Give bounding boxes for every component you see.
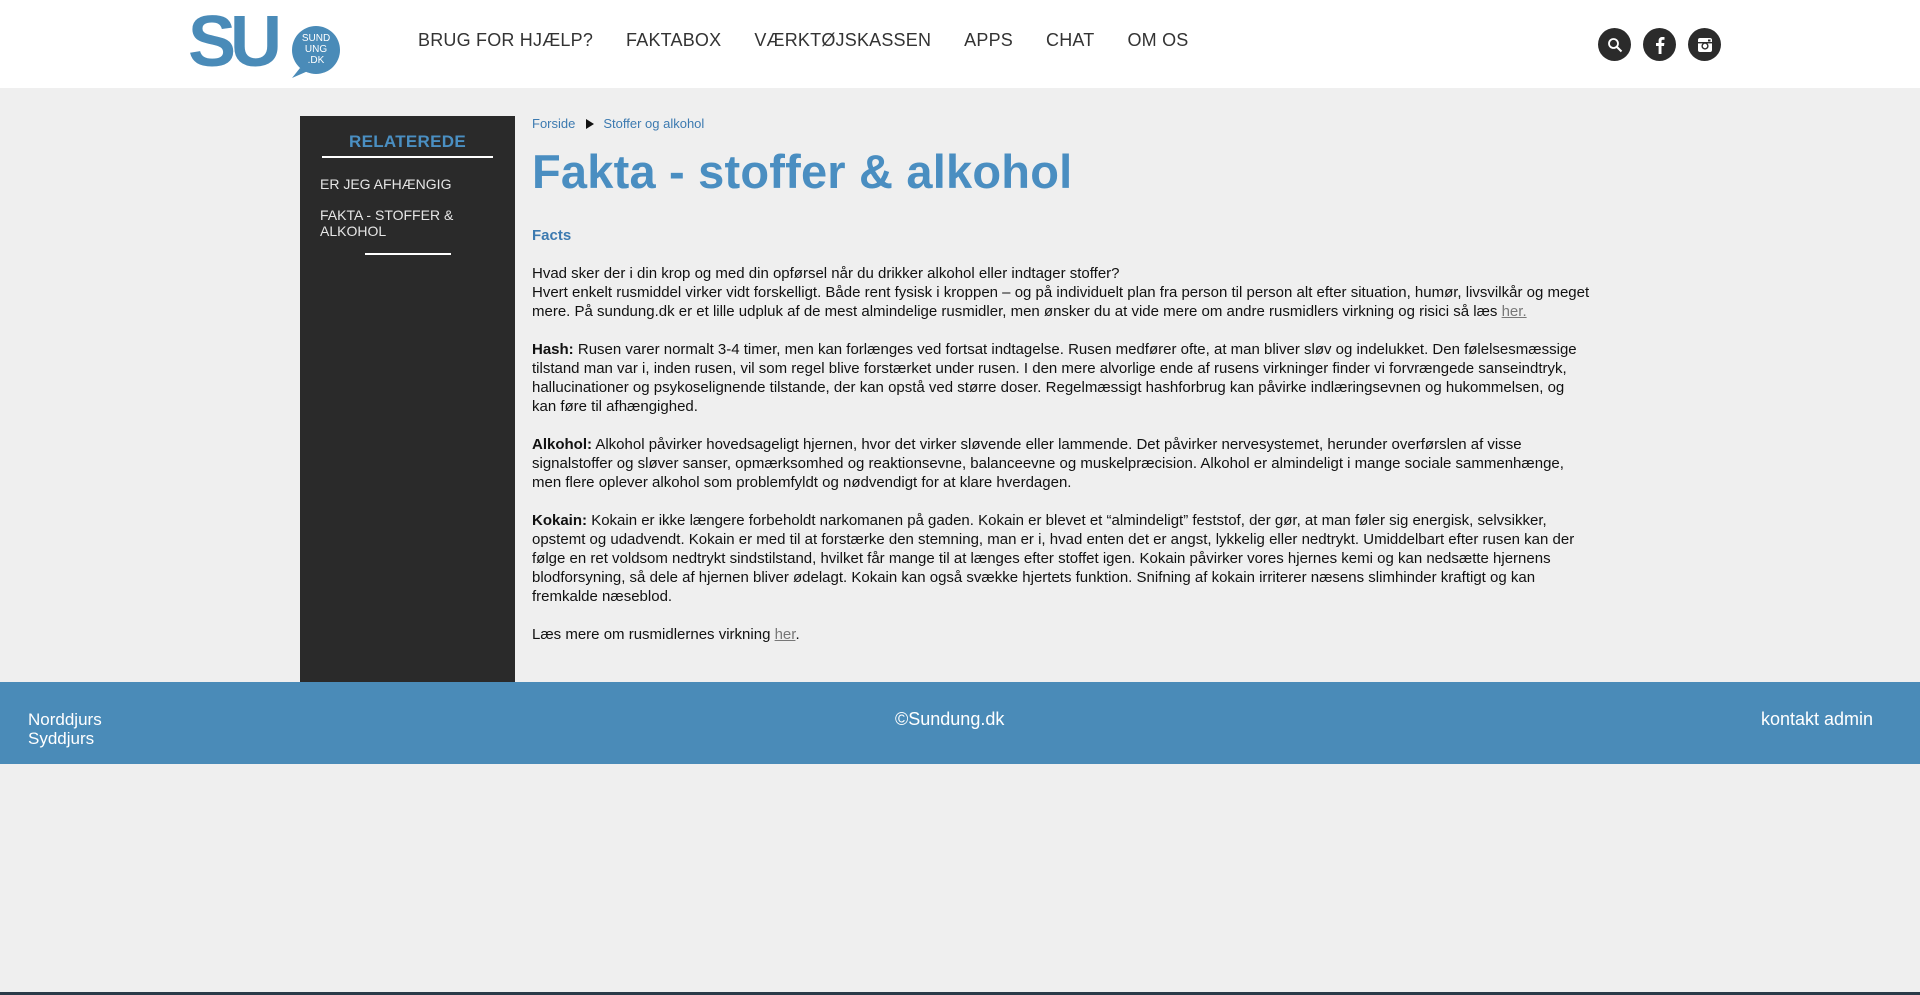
breadcrumb-stoffer-og-alkohol[interactable]: Stoffer og alkohol xyxy=(603,116,704,131)
facebook-icon xyxy=(1655,36,1664,54)
hash-label: Hash: xyxy=(532,341,574,358)
section-subhead: Facts xyxy=(532,227,572,244)
logo-sub-3: .DK xyxy=(308,55,325,66)
search-button[interactable] xyxy=(1598,28,1631,61)
instagram-button[interactable] xyxy=(1688,28,1721,61)
breadcrumb-forside[interactable]: Forside xyxy=(532,116,575,131)
alkohol-text: Alkohol påvirker hovedsageligt hjernen, … xyxy=(532,436,1564,491)
nav-vaerktoejskassen[interactable]: VÆRKTØJSKASSEN xyxy=(754,30,931,51)
kokain-label: Kokain: xyxy=(532,512,588,529)
kokain-paragraph: Kokain: Kokain er ikke længere forbehold… xyxy=(532,511,1592,606)
footer-kontakt-admin[interactable]: kontakt admin xyxy=(1761,709,1873,730)
sidebar-title: RELATEREDE xyxy=(349,132,466,151)
outro-end: . xyxy=(795,626,800,643)
instagram-icon xyxy=(1697,37,1712,52)
outro-text: Læs mere om rusmidlernes virkning xyxy=(532,626,771,643)
related-sidebar: RELATEREDE ER JEG AFHÆNGIG FAKTA - STOFF… xyxy=(300,116,515,682)
site-header: SU SUND UNG .DK BRUG FOR HJÆLP? FAKTABOX… xyxy=(0,0,1920,88)
outro-link[interactable]: her xyxy=(775,626,796,643)
alkohol-label: Alkohol: xyxy=(532,436,592,453)
sidebar-divider-bottom xyxy=(365,253,451,255)
footer-norddjurs: Norddjurs xyxy=(28,710,102,729)
hash-paragraph: Hash: Rusen varer normalt 3-4 timer, men… xyxy=(532,340,1592,416)
footer-municipalities: Norddjurs Syddjurs xyxy=(28,710,102,748)
sidebar-divider-top xyxy=(322,156,493,158)
main-nav: BRUG FOR HJÆLP? FAKTABOX VÆRKTØJSKASSEN … xyxy=(418,30,1221,51)
header-icons xyxy=(1598,28,1721,61)
sundung-logo[interactable]: SU SUND UNG .DK xyxy=(188,8,348,80)
facebook-button[interactable] xyxy=(1643,28,1676,61)
nav-brug-for-hjaelp[interactable]: BRUG FOR HJÆLP? xyxy=(418,30,593,51)
breadcrumb: Forside Stoffer og alkohol xyxy=(532,116,1592,131)
outro-paragraph: Læs mere om rusmidlernes virkning her. xyxy=(532,625,1592,644)
breadcrumb-arrow-icon xyxy=(586,118,595,129)
intro-question: Hvad sker der i din krop og med din opfø… xyxy=(532,265,1120,282)
intro-link[interactable]: her. xyxy=(1502,303,1527,320)
nav-faktabox[interactable]: FAKTABOX xyxy=(626,30,721,51)
nav-chat[interactable]: CHAT xyxy=(1046,30,1094,51)
kokain-text: Kokain er ikke længere forbeholdt narkom… xyxy=(532,512,1575,605)
site-footer: Norddjurs Syddjurs ©Sundung.dk kontakt a… xyxy=(0,682,1920,764)
footer-syddjurs: Syddjurs xyxy=(28,729,95,748)
search-icon xyxy=(1607,37,1622,52)
page-title: Fakta - stoffer & alkohol xyxy=(532,145,1073,198)
nav-apps[interactable]: APPS xyxy=(964,30,1013,51)
footer-copyright: ©Sundung.dk xyxy=(895,709,1005,729)
nav-om-os[interactable]: OM OS xyxy=(1127,30,1188,51)
main-content: Forside Stoffer og alkohol Fakta - stoff… xyxy=(532,116,1592,644)
logo-sub-2: UNG xyxy=(305,44,327,55)
sidebar-item-er-jeg-afhaengig[interactable]: ER JEG AFHÆNGIG xyxy=(320,176,490,192)
intro-text: Hvert enkelt rusmiddel virker vidt forsk… xyxy=(532,284,1590,320)
sidebar-item-fakta-stoffer-alkohol[interactable]: FAKTA - STOFFER & ALKOHOL xyxy=(320,207,490,239)
svg-text:SU: SU xyxy=(188,8,278,80)
hash-text: Rusen varer normalt 3-4 timer, men kan f… xyxy=(532,341,1577,415)
alkohol-paragraph: Alkohol: Alkohol påvirker hovedsageligt … xyxy=(532,435,1592,492)
logo-sub-1: SUND xyxy=(302,33,330,44)
intro-paragraph: Hvad sker der i din krop og med din opfø… xyxy=(532,264,1592,321)
